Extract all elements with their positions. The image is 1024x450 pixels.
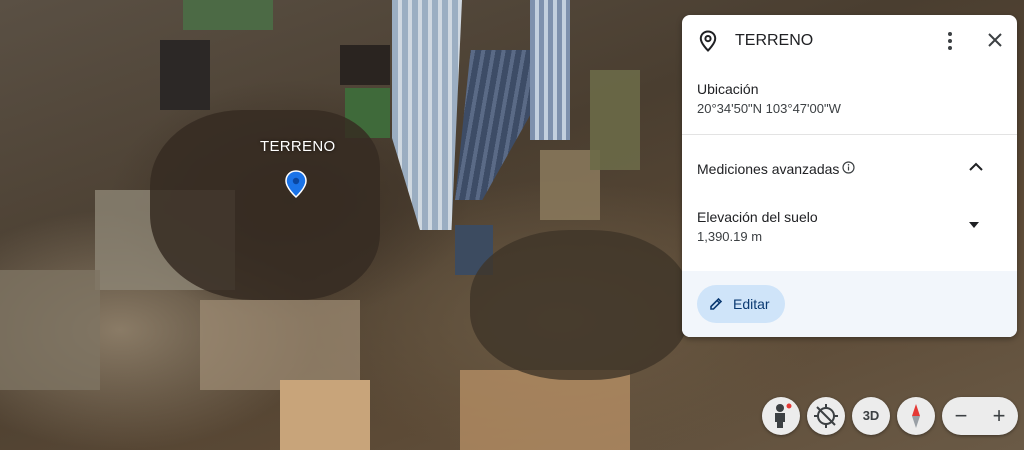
more-vert-icon[interactable] [940,29,960,53]
place-details-panel: TERRENO Ubicación 20°34'50"N 103°47'00"W… [682,15,1017,337]
light-field [460,370,630,450]
dark-field [160,40,210,110]
location-coordinates: 20°34'50"N 103°47'00"W [697,101,841,116]
elevation-value: 1,390.19 m [697,229,763,244]
edit-button[interactable]: Editar [697,285,785,323]
caret-down-icon[interactable] [968,220,980,230]
chevron-up-icon[interactable] [968,162,984,172]
zoom-controls: − + [942,397,1018,435]
light-field [0,270,100,390]
compass-button[interactable] [897,397,935,435]
location-label: Ubicación [697,81,759,97]
edit-button-label: Editar [733,296,770,312]
panel-title: TERRENO [735,32,814,49]
elevation-label: Elevación del suelo [697,209,818,225]
location-marker-icon[interactable] [285,170,307,198]
greenhouse-block [530,0,570,140]
light-field [200,300,360,390]
zoom-out-button[interactable]: − [942,403,980,429]
greenhouse-block [455,50,533,200]
light-field [280,380,370,450]
tilt-toggle-button[interactable] [807,397,845,435]
view-3d-button[interactable]: 3D [852,397,890,435]
forest-area [470,230,690,380]
zoom-in-button[interactable]: + [980,403,1018,429]
close-icon[interactable] [984,29,1006,51]
pegman-icon [775,403,792,428]
tilt-icon [814,404,838,428]
panel-header: TERRENO [682,15,1017,67]
green-field [183,0,273,30]
light-field [590,70,640,170]
pencil-icon [710,297,723,310]
info-icon[interactable] [842,161,855,174]
marker-label[interactable]: TERRENO [260,138,335,155]
divider [682,134,1017,135]
greenhouse-block [392,0,462,230]
view-3d-label: 3D [862,408,880,423]
location-pin-icon [699,30,717,52]
compass-icon [912,404,920,428]
street-view-button[interactable] [762,397,800,435]
advanced-measurements-label: Mediciones avanzadas [697,161,840,177]
dark-field [340,45,390,85]
